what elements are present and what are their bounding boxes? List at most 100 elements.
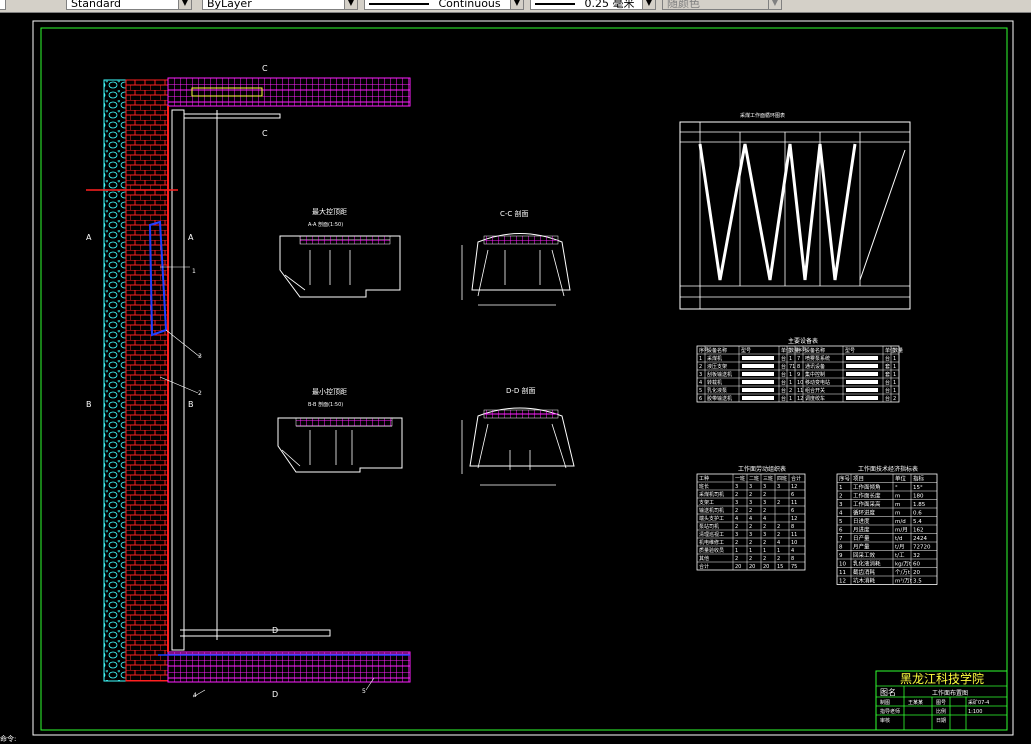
equipment-cell: 转载机 bbox=[707, 379, 722, 386]
equipment-cell: 喷雾泵系统 bbox=[805, 355, 830, 362]
labor-table: 工作面劳动组织表工种 一班 二班 三班 四班 合计班长 3 3 3 3 12采煤机司机 2 2 2 6支架工… bbox=[696, 465, 806, 571]
labor-cell: 3 bbox=[735, 500, 738, 506]
chevron-down-icon[interactable]: ▼ bbox=[510, 0, 523, 9]
tech-cell: 12 bbox=[839, 579, 846, 585]
labor-cell: 3 bbox=[763, 500, 766, 506]
labor-cell: 2 bbox=[735, 508, 738, 514]
labor-cell: 6 bbox=[791, 492, 794, 498]
tb-r1-0: 制图 bbox=[880, 699, 890, 706]
goaf-zone bbox=[125, 79, 169, 682]
command-line[interactable]: 命令: bbox=[0, 734, 16, 744]
roof-rock bbox=[103, 79, 127, 682]
equipment-cell: 型号 bbox=[845, 347, 855, 354]
labor-cell: 2 bbox=[735, 492, 738, 498]
upper-roadway bbox=[167, 77, 411, 107]
labor-cell: 清理巡视工 bbox=[699, 531, 724, 538]
labor-cell: 三班 bbox=[763, 475, 773, 482]
equipment-cell-blank bbox=[846, 380, 878, 384]
toolbar-edge bbox=[0, 0, 6, 10]
labor-cell: 质量验收员 bbox=[699, 547, 724, 554]
labor-cell: 2 bbox=[763, 556, 766, 562]
tech-cell: 3 bbox=[839, 502, 843, 508]
linetype-select[interactable]: Continuous ▼ bbox=[364, 0, 524, 10]
equipment-table: 主要设备表序号设备名称 型号 单位数量序号设备名称 型号 单位数量1 采煤机台 1 7 喷雾泵系… bbox=[696, 337, 903, 403]
labor-cell: 3 bbox=[735, 532, 738, 538]
min-roof-title: 最小控顶距 bbox=[312, 387, 347, 396]
labor-cell: 3 bbox=[749, 532, 752, 538]
tech-cell: 10 bbox=[839, 562, 846, 568]
equipment-cell: 9 bbox=[797, 372, 800, 378]
text-style-select[interactable]: Standard ▼ bbox=[66, 0, 192, 10]
tech-cell: 5.4 bbox=[913, 519, 922, 525]
tech-cell: m³/万t bbox=[895, 578, 913, 585]
tech-cell: 1.85 bbox=[913, 502, 926, 508]
tb-r1-1: 王某某 bbox=[908, 700, 923, 706]
tech-cell: m/d bbox=[895, 519, 906, 525]
drawing-canvas[interactable]: C C A A B B D D 1 2 3 4 5 最大控顶距 A-A 剖面(1… bbox=[0, 13, 1031, 740]
tech-cell: 日进度 bbox=[853, 517, 870, 525]
tb-r2-3: 1:100 bbox=[968, 709, 982, 715]
equipment-cell: 数量 bbox=[893, 347, 903, 354]
equipment-cell-blank bbox=[742, 388, 774, 392]
equipment-cell: 台 bbox=[781, 371, 786, 378]
equipment-cell: 6 bbox=[699, 396, 702, 402]
chevron-down-icon[interactable]: ▼ bbox=[768, 0, 781, 9]
section-label-b: B bbox=[86, 400, 92, 409]
tech-table: 工作面技术经济指标表序号 项目 单位 指标 1 工作面倾角 ° 15° 2 工作面长度 m 180 3 工… bbox=[836, 465, 938, 585]
dd-title: D-D 剖面 bbox=[506, 386, 536, 395]
dd-view: D-D 剖面 bbox=[461, 386, 575, 486]
equipment-title: 主要设备表 bbox=[788, 337, 818, 345]
tech-cell: 指标 bbox=[913, 475, 925, 483]
labor-cell: 合计 bbox=[699, 563, 709, 570]
equipment-cell: 台 bbox=[885, 379, 890, 386]
chevron-down-icon[interactable]: ▼ bbox=[642, 0, 655, 9]
tech-cell: 回采工效 bbox=[853, 551, 876, 559]
labor-cell: 8 bbox=[791, 524, 794, 530]
labor-cell: 输送机司机 bbox=[699, 507, 724, 514]
lineweight-value: 0.25 毫米 bbox=[584, 0, 635, 10]
labor-cell: 2 bbox=[777, 524, 780, 530]
labor-cell: 3 bbox=[749, 484, 752, 490]
tech-cell: t/月 bbox=[895, 544, 905, 551]
cycle-chart-title: 采煤工作面循环图表 bbox=[740, 112, 785, 119]
cad-drawing[interactable]: C C A A B B D D 1 2 3 4 5 最大控顶距 A-A 剖面(1… bbox=[0, 13, 1031, 740]
tech-cell: 日产量 bbox=[853, 534, 870, 542]
equipment-cell: 1 bbox=[699, 356, 702, 362]
equipment-cell: 台 bbox=[885, 395, 890, 402]
equipment-cell: 1 bbox=[893, 356, 896, 362]
tech-cell: m/月 bbox=[895, 527, 908, 534]
labor-cell: 2 bbox=[777, 556, 780, 562]
tech-cell: 32 bbox=[913, 553, 920, 559]
equipment-cell: 1 bbox=[893, 380, 896, 386]
labor-cell: 4 bbox=[735, 516, 738, 522]
equipment-cell: 调度绞车 bbox=[805, 395, 825, 402]
labor-cell: 2 bbox=[749, 540, 752, 546]
layer-select[interactable]: ByLayer ▼ bbox=[202, 0, 358, 10]
tech-cell: 7 bbox=[839, 536, 843, 542]
callout-2: 2 bbox=[198, 390, 202, 397]
callout-3: 3 bbox=[198, 353, 202, 360]
plot-style-select[interactable]: 随颜色 ▼ bbox=[662, 0, 782, 10]
section-label-a2: A bbox=[188, 233, 194, 242]
lineweight-select[interactable]: 0.25 毫米 ▼ bbox=[530, 0, 656, 10]
labor-cell: 其他 bbox=[699, 555, 709, 562]
equipment-cell-blank bbox=[846, 364, 878, 368]
tech-cell: t/d bbox=[895, 536, 903, 542]
lineweight-swatch bbox=[535, 3, 575, 5]
chevron-down-icon[interactable]: ▼ bbox=[344, 0, 357, 9]
equipment-cell: 通讯设备 bbox=[805, 363, 825, 370]
tech-cell: 5 bbox=[839, 519, 843, 525]
labor-cell: 8 bbox=[791, 556, 794, 562]
equipment-cell: 胶带输送机 bbox=[707, 395, 732, 402]
tech-cell: m bbox=[895, 494, 900, 500]
labor-cell: 端头支护工 bbox=[699, 515, 724, 522]
equipment-cell: 1 bbox=[789, 372, 792, 378]
labor-cell: 20 bbox=[749, 564, 755, 570]
labor-cell: 2 bbox=[735, 524, 738, 530]
tb-r2-2: 比例 bbox=[936, 708, 946, 715]
tech-cell: 15° bbox=[913, 485, 923, 491]
equipment-cell: 台 bbox=[781, 363, 786, 370]
cc-title: C-C 剖面 bbox=[500, 209, 529, 218]
chevron-down-icon[interactable]: ▼ bbox=[178, 0, 191, 9]
equipment-cell: 1 bbox=[893, 364, 896, 370]
